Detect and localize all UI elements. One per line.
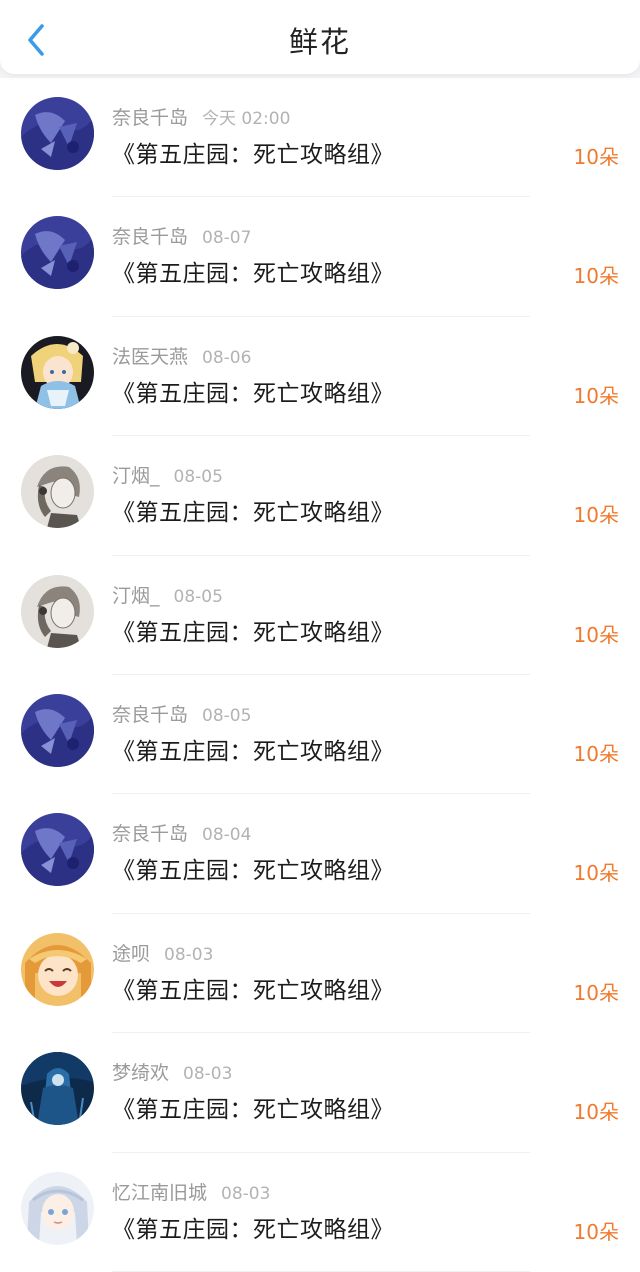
date-label: 08-04 [202, 825, 252, 846]
item-meta: 奈良千岛 08-07 [112, 222, 251, 249]
item-meta: 奈良千岛 今天 02:00 [112, 103, 290, 130]
date-label: 08-07 [202, 228, 252, 249]
page-title: 鲜花 [288, 25, 351, 59]
username[interactable]: 奈良千岛 [112, 823, 188, 845]
list-item[interactable]: 法医天燕 08-06 《第五庄园：死亡攻略组》 10朵 [0, 317, 640, 437]
flower-count: 10朵 [573, 145, 619, 169]
avatar-sketch-girl[interactable] [21, 574, 94, 648]
username[interactable]: 法医天燕 [112, 346, 188, 368]
work-title: 《第五庄园：死亡攻略组》 [112, 1097, 394, 1124]
avatar-dark-blue-figure[interactable] [21, 1052, 94, 1126]
date-label: 08-03 [164, 944, 214, 965]
date-label: 08-05 [173, 467, 223, 488]
username[interactable]: 奈良千岛 [112, 704, 188, 726]
work-title: 《第五庄园：死亡攻略组》 [112, 619, 394, 646]
list-item[interactable]: 途呗 08-03 《第五庄园：死亡攻略组》 10朵 [0, 914, 640, 1034]
list-item[interactable]: 奈良千岛 今天 02:00 《第五庄园：死亡攻略组》 10朵 [0, 78, 640, 198]
flower-count: 10朵 [573, 980, 619, 1005]
list-item[interactable]: 汀烟_ 08-05 《第五庄园：死亡攻略组》 10朵 [0, 436, 640, 556]
flower-count: 10朵 [573, 1219, 619, 1244]
avatar-blue-art[interactable] [21, 97, 94, 170]
flower-count: 10朵 [573, 383, 619, 408]
flower-count: 10朵 [573, 503, 619, 528]
item-meta: 奈良千岛 08-05 [112, 700, 251, 727]
list-item[interactable]: 忆江南旧城 08-03 《第五庄园：死亡攻略组》 10朵 [0, 1153, 640, 1272]
item-meta: 法医天燕 08-06 [112, 342, 251, 369]
list-item[interactable]: 汀烟_ 08-05 《第五庄园：死亡攻略组》 10朵 [0, 556, 640, 675]
work-title: 《第五庄园：死亡攻略组》 [112, 380, 394, 407]
flower-count: 10朵 [573, 1100, 619, 1125]
username[interactable]: 忆江南旧城 [112, 1182, 207, 1204]
work-title: 《第五庄园：死亡攻略组》 [112, 500, 394, 527]
avatar-silver-hair-anime[interactable] [21, 1171, 94, 1245]
work-title: 《第五庄园：死亡攻略组》 [112, 142, 394, 168]
list-item[interactable]: 奈良千岛 08-04 《第五庄园：死亡攻略组》 10朵 [0, 794, 640, 914]
username[interactable]: 汀烟_ [112, 585, 160, 607]
avatar-blonde-anime[interactable] [21, 335, 94, 409]
date-label: 08-03 [183, 1064, 233, 1085]
avatar-blue-art[interactable] [21, 813, 94, 887]
list-item[interactable]: 奈良千岛 08-07 《第五庄园：死亡攻略组》 10朵 [0, 197, 640, 317]
flower-count: 10朵 [573, 264, 619, 289]
date-label: 08-06 [202, 347, 252, 368]
work-title: 《第五庄园：死亡攻略组》 [112, 858, 394, 885]
avatar-blue-art[interactable] [21, 216, 94, 290]
item-meta: 汀烟_ 08-05 [112, 581, 223, 608]
item-meta: 梦绮欢 08-03 [112, 1058, 232, 1085]
avatar-laughing-anime[interactable] [21, 932, 94, 1006]
username[interactable]: 奈良千岛 [112, 107, 188, 129]
avatar-blue-art[interactable] [21, 693, 94, 767]
date-label: 08-05 [173, 586, 223, 607]
date-label: 今天 02:00 [202, 109, 291, 129]
work-title: 《第五庄园：死亡攻略组》 [112, 1216, 394, 1243]
item-meta: 忆江南旧城 08-03 [112, 1178, 270, 1205]
list-item[interactable]: 梦绮欢 08-03 《第五庄园：死亡攻略组》 10朵 [0, 1033, 640, 1153]
work-title: 《第五庄园：死亡攻略组》 [112, 261, 394, 288]
item-meta: 奈良千岛 08-04 [112, 819, 251, 846]
username[interactable]: 梦绮欢 [112, 1062, 169, 1084]
flower-count: 10朵 [573, 861, 619, 886]
item-meta: 汀烟_ 08-05 [112, 461, 223, 488]
username[interactable]: 途呗 [112, 943, 150, 965]
username[interactable]: 汀烟_ [112, 465, 160, 487]
work-title: 《第五庄园：死亡攻略组》 [112, 738, 394, 765]
flower-count: 10朵 [573, 622, 619, 647]
flower-list: 奈良千岛 今天 02:00 《第五庄园：死亡攻略组》 10朵 奈良千岛 08-07 … [0, 78, 640, 1272]
username[interactable]: 奈良千岛 [112, 226, 188, 248]
date-label: 08-03 [221, 1183, 271, 1204]
list-item[interactable]: 奈良千岛 08-05 《第五庄园：死亡攻略组》 10朵 [0, 675, 640, 795]
work-title: 《第五庄园：死亡攻略组》 [112, 977, 394, 1004]
date-label: 08-05 [202, 705, 252, 726]
avatar-sketch-girl[interactable] [21, 455, 94, 529]
top-bar: 鲜花 [0, 0, 640, 74]
flower-count: 10朵 [573, 741, 619, 766]
item-meta: 途呗 08-03 [112, 939, 213, 966]
